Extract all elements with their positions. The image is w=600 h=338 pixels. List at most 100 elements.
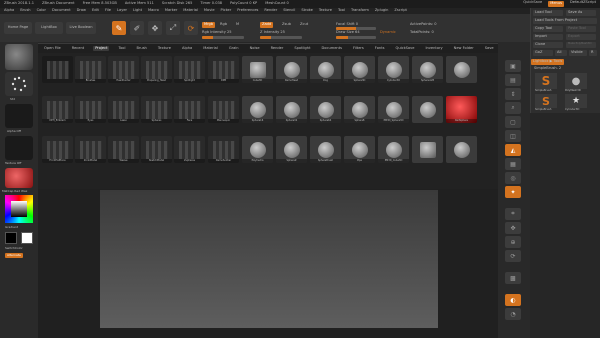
z-intensity-slider[interactable] bbox=[260, 36, 302, 39]
lightbox-item[interactable]: Sphere64 bbox=[310, 96, 341, 123]
local-icon[interactable]: ◎ bbox=[505, 172, 521, 184]
menus-button[interactable]: Menus bbox=[548, 1, 564, 7]
lightbox-item[interactable] bbox=[446, 136, 477, 163]
lightbox-item[interactable]: Preparing_Head bbox=[141, 56, 172, 83]
cylinder-star-thumb[interactable]: ★ bbox=[565, 94, 587, 108]
make-polymesh-button[interactable]: Make PolyMesh3D bbox=[566, 42, 596, 48]
lightbox-item[interactable] bbox=[42, 56, 73, 83]
lightbox-item[interactable]: Mannequin bbox=[208, 96, 239, 123]
menu-item[interactable]: Macro bbox=[148, 9, 159, 13]
lightbox-item[interactable]: Sphere32 bbox=[276, 96, 307, 123]
lightbox-item[interactable]: Face bbox=[174, 96, 205, 123]
rgb-intensity-slider[interactable] bbox=[202, 36, 244, 39]
lightbox-item[interactable]: SketchModel bbox=[141, 136, 172, 163]
color-picker[interactable] bbox=[5, 195, 33, 223]
lightbox-item[interactable]: Lasso bbox=[108, 96, 139, 123]
menu-item[interactable]: Color bbox=[37, 9, 46, 13]
m-toggle[interactable]: M bbox=[236, 22, 239, 27]
frame-icon[interactable]: ⌗ bbox=[505, 208, 521, 220]
lightbox-item[interactable]: ZonkModel bbox=[75, 136, 106, 163]
menu-item[interactable]: Stroke bbox=[301, 9, 312, 13]
menu-item[interactable]: File bbox=[105, 9, 111, 13]
live-boolean-button[interactable]: Live Boolean bbox=[66, 22, 96, 34]
move-icon[interactable]: ✥ bbox=[505, 222, 521, 234]
menu-item[interactable]: Tool bbox=[338, 9, 345, 13]
lightbox-item[interactable]: Polyhedra bbox=[242, 136, 273, 163]
zoom-icon[interactable]: ⌕ bbox=[505, 102, 521, 114]
rgb-toggle[interactable]: Rgb bbox=[220, 22, 227, 27]
lightbox-item[interactable]: RedSphere bbox=[446, 96, 477, 123]
menu-item[interactable]: Alpha bbox=[4, 9, 14, 13]
clone-button[interactable]: Clone bbox=[533, 42, 563, 48]
menu-item[interactable]: Picker bbox=[221, 9, 232, 13]
tab-inventory[interactable]: Inventory bbox=[423, 46, 444, 52]
lightbox-item[interactable]: Spotlight bbox=[174, 56, 205, 83]
menu-item[interactable]: Edit bbox=[92, 9, 99, 13]
quicksave-button[interactable]: QuickSave bbox=[523, 1, 542, 7]
canvas[interactable] bbox=[100, 190, 438, 328]
simplebrush-thumb[interactable]: S bbox=[535, 73, 557, 89]
tab-quicksave[interactable]: QuickSave bbox=[393, 46, 416, 52]
menu-item[interactable]: Stencil bbox=[283, 9, 295, 13]
r-button[interactable]: R bbox=[589, 50, 597, 56]
move-tool-icon[interactable]: ✥ bbox=[148, 21, 162, 35]
menu-item[interactable]: Material bbox=[183, 9, 198, 13]
tab-recent[interactable]: Recent bbox=[70, 46, 86, 52]
scale-tool-icon[interactable]: ⤢ bbox=[166, 21, 180, 35]
polyf-icon[interactable]: ▩ bbox=[505, 272, 521, 284]
tab-alpha[interactable]: Alpha bbox=[180, 46, 194, 52]
lightbox-item[interactable]: FrontHalftone bbox=[42, 136, 73, 163]
zcut-toggle[interactable]: Zcut bbox=[300, 22, 308, 27]
tab-tool[interactable]: Tool bbox=[116, 46, 127, 52]
xyz-icon[interactable]: ✦ bbox=[505, 186, 521, 198]
tab-filters[interactable]: Filters bbox=[351, 46, 366, 52]
lightbox-item[interactable]: PM3D_Sphere3D bbox=[378, 96, 409, 123]
draw-tool-icon[interactable]: ✐ bbox=[130, 21, 144, 35]
menu-item[interactable]: Zscript bbox=[394, 9, 406, 13]
tab-fonts[interactable]: Fonts bbox=[373, 46, 387, 52]
tab-grain[interactable]: Grain bbox=[227, 46, 241, 52]
lightbox-item[interactable]: DPH_Emblem bbox=[42, 96, 73, 123]
lightbox-item[interactable] bbox=[412, 136, 443, 163]
lightbox-item[interactable] bbox=[412, 96, 443, 123]
spix-icon[interactable]: ▤ bbox=[505, 74, 521, 86]
tab-noise[interactable]: Noise bbox=[248, 46, 262, 52]
menu-item[interactable]: Brush bbox=[20, 9, 30, 13]
save-as-button[interactable]: Save As bbox=[566, 10, 596, 16]
alpha-thumbnail[interactable] bbox=[5, 104, 33, 128]
dynamic-toggle[interactable]: Dynamic bbox=[380, 30, 396, 35]
all-button[interactable]: All bbox=[555, 50, 567, 56]
menu-item[interactable]: Light bbox=[133, 9, 142, 13]
lightbox-item[interactable]: Cube3D bbox=[242, 56, 273, 83]
copy-tool-button[interactable]: Copy Tool bbox=[533, 26, 563, 32]
actual-icon[interactable]: ▢ bbox=[505, 116, 521, 128]
lightbox-item[interactable]: Sphere3D bbox=[344, 56, 375, 83]
menu-item[interactable]: Draw bbox=[77, 9, 86, 13]
tab-material[interactable]: Material bbox=[201, 46, 220, 52]
tab-spotlight[interactable]: Spotlight bbox=[292, 46, 312, 52]
tab-texture[interactable]: Texture bbox=[156, 46, 173, 52]
home-page-button[interactable]: Home Page bbox=[4, 22, 32, 34]
lightbox-item[interactable]: Pipe bbox=[344, 136, 375, 163]
tab-render[interactable]: Render bbox=[269, 46, 286, 52]
lightbox-item[interactable]: Spheres bbox=[141, 96, 172, 123]
main-color-swatch[interactable] bbox=[21, 232, 33, 244]
rotate-icon[interactable]: ⟳ bbox=[505, 250, 521, 262]
polymesh-thumb[interactable]: ● bbox=[565, 73, 587, 89]
persp-icon[interactable]: ◭ bbox=[505, 144, 521, 156]
lightbox-item[interactable]: SphereBrush bbox=[310, 136, 341, 163]
export-button[interactable]: Export bbox=[566, 34, 596, 40]
save-button[interactable]: Save bbox=[483, 46, 496, 52]
zsub-toggle[interactable]: Zsub bbox=[282, 22, 291, 27]
texture-thumbnail[interactable] bbox=[5, 136, 33, 160]
material-thumbnail[interactable] bbox=[5, 168, 33, 188]
menu-item[interactable]: Render bbox=[264, 9, 277, 13]
lightbox-item[interactable]: Weave bbox=[108, 136, 139, 163]
draw-size-slider[interactable] bbox=[336, 36, 376, 39]
goz-button[interactable]: GoZ bbox=[533, 50, 553, 56]
lightbox-item[interactable]: Dog bbox=[310, 56, 341, 83]
floor-icon[interactable]: ▦ bbox=[505, 158, 521, 170]
menu-item[interactable]: Transform bbox=[351, 9, 369, 13]
secondary-color-swatch[interactable] bbox=[5, 232, 17, 244]
lightbox-item[interactable]: Zspheres bbox=[174, 136, 205, 163]
